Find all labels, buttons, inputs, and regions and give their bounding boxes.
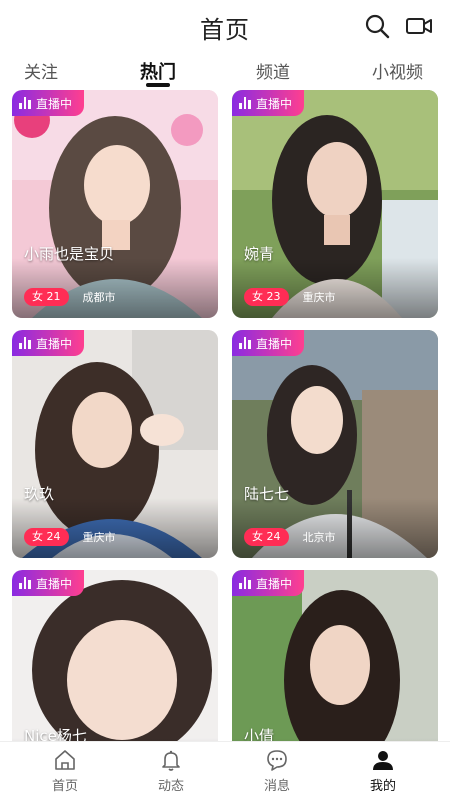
live-label: 直播中: [256, 576, 293, 591]
streamer-meta: 女 24 北京市: [244, 528, 336, 546]
city-label: 重庆市: [82, 531, 116, 544]
gender-age-badge: 女 24: [24, 528, 69, 546]
live-card[interactable]: 直播中 小雨也是宝贝 女 21 成都市: [12, 90, 218, 318]
city-label: 成都市: [82, 291, 116, 304]
nav-me[interactable]: 我的: [343, 748, 423, 794]
nav-label: 消息: [263, 779, 290, 794]
live-card[interactable]: 直播中 玖玖 女 24 重庆市: [12, 330, 218, 558]
home-icon: [53, 748, 77, 772]
gender-age-badge: 女 24: [244, 528, 289, 546]
nav-label: 首页: [51, 779, 78, 794]
live-bars-icon: [239, 97, 252, 109]
nav-moments[interactable]: 动态: [131, 748, 211, 794]
live-card[interactable]: 直播中 小倩: [232, 570, 438, 750]
gender-age-badge: 女 21: [24, 288, 69, 306]
gender-age-badge: 女 23: [244, 288, 289, 306]
header: 首页: [0, 0, 450, 56]
chat-icon: [265, 748, 289, 772]
tab-follow[interactable]: 关注: [24, 58, 58, 83]
live-badge: 直播中: [232, 570, 304, 596]
live-badge: 直播中: [232, 330, 304, 356]
live-bars-icon: [19, 577, 32, 589]
live-label: 直播中: [36, 96, 73, 111]
streamer-name: 小雨也是宝贝: [24, 245, 115, 263]
tab-hot[interactable]: 热门: [140, 58, 176, 84]
streamer-photo: [12, 570, 218, 750]
streamer-meta: 女 23 重庆市: [244, 288, 336, 306]
live-bars-icon: [239, 577, 252, 589]
live-label: 直播中: [256, 96, 293, 111]
streamer-name: 陆七七: [244, 485, 290, 503]
live-bars-icon: [239, 337, 252, 349]
active-tab-indicator: [146, 83, 170, 87]
nav-label: 我的: [369, 779, 396, 794]
live-bars-icon: [19, 337, 32, 349]
tab-short-video[interactable]: 小视频: [372, 58, 423, 83]
live-badge: 直播中: [12, 570, 84, 596]
streamer-photo: [232, 570, 438, 750]
nav-label: 动态: [157, 779, 184, 794]
streamer-meta: 女 21 成都市: [24, 288, 116, 306]
nav-messages[interactable]: 消息: [237, 748, 317, 794]
live-card[interactable]: 直播中 婉青 女 23 重庆市: [232, 90, 438, 318]
streamer-name: 玖玖: [24, 485, 55, 503]
live-badge: 直播中: [232, 90, 304, 116]
streamer-meta: 女 24 重庆市: [24, 528, 116, 546]
bell-icon: [159, 748, 183, 772]
live-label: 直播中: [36, 576, 73, 591]
live-grid: 直播中 小雨也是宝贝 女 21 成都市 直播中 婉青 女 23 重庆市 直播中 …: [12, 90, 438, 750]
city-label: 北京市: [302, 531, 336, 544]
search-icon[interactable]: [363, 12, 391, 40]
city-label: 重庆市: [302, 291, 336, 304]
user-icon: [371, 748, 395, 772]
nav-home[interactable]: 首页: [25, 748, 105, 794]
live-badge: 直播中: [12, 90, 84, 116]
bottom-nav: 首页 动态 消息 我的: [0, 741, 450, 800]
live-label: 直播中: [256, 336, 293, 351]
live-card[interactable]: 直播中 陆七七 女 24 北京市: [232, 330, 438, 558]
top-tabs: 关注 热门 频道 小视频: [0, 56, 450, 86]
video-camera-icon[interactable]: [405, 12, 433, 40]
live-badge: 直播中: [12, 330, 84, 356]
streamer-name: 婉青: [244, 245, 275, 263]
live-bars-icon: [19, 97, 32, 109]
tab-channel[interactable]: 频道: [256, 58, 290, 83]
live-label: 直播中: [36, 336, 73, 351]
live-card[interactable]: 直播中 Nice杨七: [12, 570, 218, 750]
